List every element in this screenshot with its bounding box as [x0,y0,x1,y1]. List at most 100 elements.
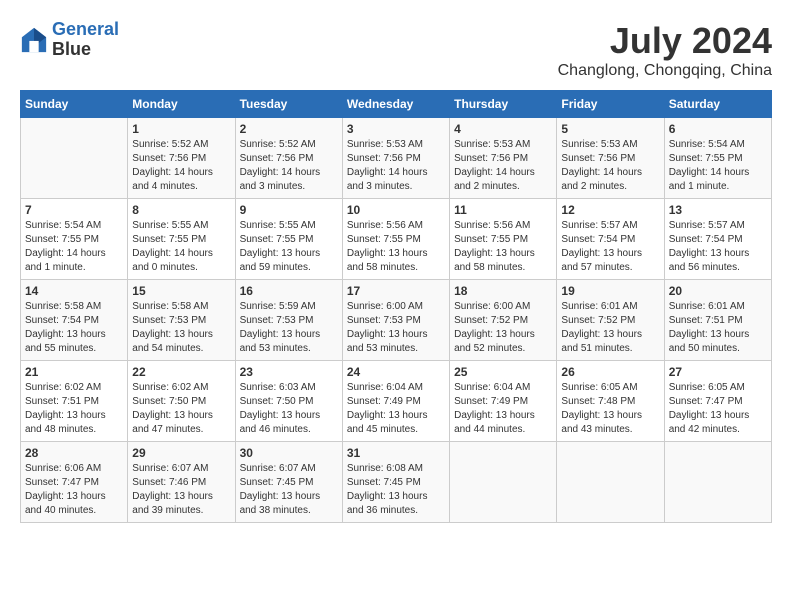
sunrise-text: Sunrise: 6:02 AM [132,381,230,395]
sunrise-text: Sunrise: 5:54 AM [25,219,123,233]
logo: General Blue [20,20,119,60]
sunset-text: Sunset: 7:54 PM [669,233,767,247]
sunrise-text: Sunrise: 6:01 AM [669,300,767,314]
sunrise-text: Sunrise: 5:54 AM [669,138,767,152]
location: Changlong, Chongqing, China [558,62,772,80]
calendar-cell: 14 Sunrise: 5:58 AMSunset: 7:54 PMDayligh… [21,280,128,361]
sunset-text: Sunset: 7:55 PM [132,233,230,247]
calendar-cell: 28Sunrise: 6:06 AMSunset: 7:47 PMDayligh… [21,442,128,523]
sunset-text: Sunset: 7:56 PM [132,152,230,166]
day-number: 14 [25,284,123,298]
sunset-text: Sunset: 7:49 PM [347,395,445,409]
sunset-text: Sunset: 7:49 PM [454,395,552,409]
sunset-text: Sunset: 7:52 PM [561,314,659,328]
day-number: 7 [25,203,123,217]
day-info: Sunrise: 6:05 AMSunset: 7:48 PMDaylight:… [561,381,659,437]
sunset-text: Sunset: 7:54 PM [561,233,659,247]
daylight-text: Daylight: 14 hours and 4 minutes. [132,166,230,194]
calendar-cell [21,118,128,199]
weekday-header: Monday [128,91,235,118]
day-number: 5 [561,122,659,136]
calendar-week-row: 28Sunrise: 6:06 AMSunset: 7:47 PMDayligh… [21,442,772,523]
day-info: Sunrise: 6:03 AMSunset: 7:50 PMDaylight:… [240,381,338,437]
calendar-cell: 2Sunrise: 5:52 AMSunset: 7:56 PMDaylight… [235,118,342,199]
day-number: 12 [561,203,659,217]
calendar-cell: 15Sunrise: 5:58 AMSunset: 7:53 PMDayligh… [128,280,235,361]
calendar-cell: 31Sunrise: 6:08 AMSunset: 7:45 PMDayligh… [342,442,449,523]
day-number: 25 [454,365,552,379]
day-info: Sunrise: 5:58 AMSunset: 7:54 PMDaylight:… [25,300,123,356]
day-info: Sunrise: 5:52 AMSunset: 7:56 PMDaylight:… [132,138,230,194]
sunset-text: Sunset: 7:54 PM [25,314,123,328]
day-info: Sunrise: 6:00 AMSunset: 7:53 PMDaylight:… [347,300,445,356]
day-number: 8 [132,203,230,217]
calendar-cell: 24Sunrise: 6:04 AMSunset: 7:49 PMDayligh… [342,361,449,442]
calendar-cell: 1Sunrise: 5:52 AMSunset: 7:56 PMDaylight… [128,118,235,199]
sunrise-text: Sunrise: 5:58 AM [25,300,123,314]
sunrise-text: Sunrise: 5:59 AM [240,300,338,314]
daylight-text: Daylight: 13 hours and 58 minutes. [347,247,445,275]
day-number: 18 [454,284,552,298]
day-info: Sunrise: 5:52 AMSunset: 7:56 PMDaylight:… [240,138,338,194]
calendar-week-row: 14Sunrise: 5:58 AMSunset: 7:54 PMDayligh… [21,280,772,361]
day-info: Sunrise: 6:00 AMSunset: 7:52 PMDaylight:… [454,300,552,356]
sunrise-text: Sunrise: 6:07 AM [132,462,230,476]
sunset-text: Sunset: 7:46 PM [132,476,230,490]
calendar-cell: 3Sunrise: 5:53 AMSunset: 7:56 PMDaylight… [342,118,449,199]
sunset-text: Sunset: 7:48 PM [561,395,659,409]
calendar-cell: 19 Sunrise: 6:01 AMSunset: 7:52 PMDayligh… [557,280,664,361]
weekday-header-row: SundayMondayTuesdayWednesdayThursdayFrid… [21,91,772,118]
title-block: July 2024 Changlong, Chongqing, China [558,20,772,80]
sunrise-text: Sunrise: 6:00 AM [454,300,552,314]
sunset-text: Sunset: 7:56 PM [561,152,659,166]
day-number: 26 [561,365,659,379]
logo-line2: Blue [52,40,119,60]
day-info: Sunrise: 6:06 AMSunset: 7:47 PMDaylight:… [25,462,123,518]
sunrise-text: Sunrise: 5:53 AM [561,138,659,152]
daylight-text: Daylight: 13 hours and 47 minutes. [132,409,230,437]
sunset-text: Sunset: 7:51 PM [25,395,123,409]
month-year: July 2024 [558,20,772,62]
daylight-text: Daylight: 13 hours and 54 minutes. [132,328,230,356]
calendar-week-row: 21Sunrise: 6:02 AMSunset: 7:51 PMDayligh… [21,361,772,442]
day-number: 30 [240,446,338,460]
calendar-cell: 12Sunrise: 5:57 AMSunset: 7:54 PMDayligh… [557,199,664,280]
sunrise-text: Sunrise: 6:02 AM [25,381,123,395]
calendar-cell: 17Sunrise: 6:00 AMSunset: 7:53 PMDayligh… [342,280,449,361]
day-info: Sunrise: 6:01 AMSunset: 7:52 PMDaylight:… [561,300,659,356]
sunrise-text: Sunrise: 5:52 AM [132,138,230,152]
day-number: 11 [454,203,552,217]
calendar-week-row: 7Sunrise: 5:54 AMSunset: 7:55 PMDaylight… [21,199,772,280]
sunrise-text: Sunrise: 6:00 AM [347,300,445,314]
day-number: 19 [561,284,659,298]
sunset-text: Sunset: 7:56 PM [240,152,338,166]
calendar-cell: 27Sunrise: 6:05 AMSunset: 7:47 PMDayligh… [664,361,771,442]
day-info: Sunrise: 5:54 AMSunset: 7:55 PMDaylight:… [669,138,767,194]
daylight-text: Daylight: 13 hours and 39 minutes. [132,490,230,518]
sunset-text: Sunset: 7:55 PM [240,233,338,247]
daylight-text: Daylight: 13 hours and 43 minutes. [561,409,659,437]
day-info: Sunrise: 6:07 AMSunset: 7:46 PMDaylight:… [132,462,230,518]
day-number: 31 [347,446,445,460]
daylight-text: Daylight: 14 hours and 3 minutes. [347,166,445,194]
day-number: 10 [347,203,445,217]
sunset-text: Sunset: 7:50 PM [132,395,230,409]
day-info: Sunrise: 5:59 AMSunset: 7:53 PMDaylight:… [240,300,338,356]
sunset-text: Sunset: 7:50 PM [240,395,338,409]
calendar-cell: 13Sunrise: 5:57 AMSunset: 7:54 PMDayligh… [664,199,771,280]
daylight-text: Daylight: 13 hours and 55 minutes. [25,328,123,356]
sunset-text: Sunset: 7:55 PM [25,233,123,247]
calendar-cell: 20Sunrise: 6:01 AMSunset: 7:51 PMDayligh… [664,280,771,361]
day-info: Sunrise: 5:55 AMSunset: 7:55 PMDaylight:… [240,219,338,275]
daylight-text: Daylight: 13 hours and 36 minutes. [347,490,445,518]
weekday-header: Wednesday [342,91,449,118]
sunrise-text: Sunrise: 5:52 AM [240,138,338,152]
sunrise-text: Sunrise: 5:53 AM [454,138,552,152]
daylight-text: Daylight: 13 hours and 45 minutes. [347,409,445,437]
sunset-text: Sunset: 7:55 PM [454,233,552,247]
calendar-cell: 23Sunrise: 6:03 AMSunset: 7:50 PMDayligh… [235,361,342,442]
sunrise-text: Sunrise: 6:04 AM [454,381,552,395]
sunset-text: Sunset: 7:55 PM [669,152,767,166]
daylight-text: Daylight: 13 hours and 53 minutes. [347,328,445,356]
calendar-cell: 6Sunrise: 5:54 AMSunset: 7:55 PMDaylight… [664,118,771,199]
